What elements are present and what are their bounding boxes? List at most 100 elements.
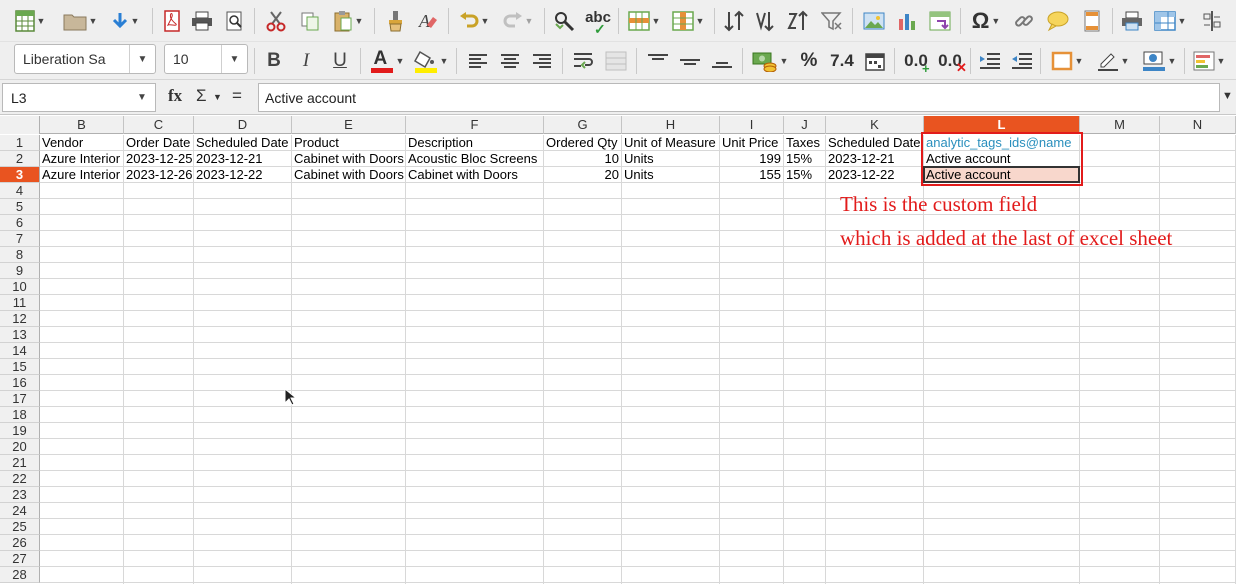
cell-j3[interactable]: 15% — [784, 167, 825, 183]
row-header-25[interactable]: 25 — [0, 519, 40, 535]
cell-j1[interactable]: Taxes — [784, 135, 825, 151]
border-color-button[interactable]: ▼ — [1138, 47, 1180, 75]
copy-button[interactable] — [296, 7, 324, 35]
align-center-button[interactable] — [496, 47, 524, 75]
row-header-12[interactable]: 12 — [0, 311, 40, 327]
find-replace-button[interactable] — [550, 7, 578, 35]
increase-indent-button[interactable] — [976, 47, 1004, 75]
percent-format-button[interactable]: % — [796, 47, 822, 75]
cell-i2[interactable]: 199 — [720, 151, 783, 167]
cell-e1[interactable]: Product — [292, 135, 405, 151]
bold-button[interactable]: B — [262, 47, 286, 75]
underline-button[interactable]: U — [326, 47, 354, 75]
column-header-g[interactable]: G — [544, 116, 622, 134]
row-header-13[interactable]: 13 — [0, 327, 40, 343]
cell-c1[interactable]: Order Date — [124, 135, 193, 151]
spreadsheet-grid[interactable]: BCDEFGHIJKLMN 1 2 3 4 5 6 7 8 9 10 11 12 13 14 15 16 17 1… — [0, 116, 1236, 584]
add-decimal-button[interactable]: 0.0 + — [900, 47, 932, 76]
select-all-corner[interactable] — [0, 116, 40, 134]
freeze-rows-columns-button[interactable]: ▼ — [1150, 7, 1190, 35]
border-style-button[interactable]: ▼ — [1092, 47, 1134, 75]
cell-g3[interactable]: 20 — [544, 167, 621, 183]
cut-button[interactable] — [262, 7, 290, 35]
hyperlink-button[interactable] — [1010, 7, 1038, 35]
row-button[interactable]: ▼ — [624, 7, 664, 35]
cell-b3[interactable]: Azure Interior — [40, 167, 123, 183]
sort-ascending-button[interactable] — [752, 7, 780, 35]
row-header-26[interactable]: 26 — [0, 535, 40, 551]
formula-input[interactable]: Active account — [258, 83, 1220, 112]
align-top-button[interactable] — [644, 47, 672, 75]
row-header-15[interactable]: 15 — [0, 359, 40, 375]
decrease-indent-button[interactable] — [1008, 47, 1036, 75]
export-pdf-button[interactable] — [158, 7, 186, 35]
italic-button[interactable]: I — [294, 47, 318, 75]
row-header-23[interactable]: 23 — [0, 487, 40, 503]
row-header-20[interactable]: 20 — [0, 439, 40, 455]
column-header-b[interactable]: B — [40, 116, 124, 134]
row-header-5[interactable]: 5 — [0, 199, 40, 215]
row-header-14[interactable]: 14 — [0, 343, 40, 359]
number-format-button[interactable]: 7.4 — [826, 47, 858, 75]
cell-h1[interactable]: Unit of Measure — [622, 135, 719, 151]
comment-button[interactable] — [1044, 7, 1072, 35]
center-vertically-button[interactable] — [676, 47, 704, 75]
cell-g1[interactable]: Ordered Qty — [544, 135, 621, 151]
cell-h2[interactable]: Units — [622, 151, 719, 167]
merge-cells-button[interactable] — [602, 47, 630, 75]
cell-d2[interactable]: 2023-12-21 — [194, 151, 291, 167]
conditional-formatting-button[interactable]: ▼ — [1188, 47, 1230, 75]
insert-chart-button[interactable] — [894, 7, 922, 35]
cell-c3[interactable]: 2023-12-26 — [124, 167, 193, 183]
print-preview-button[interactable] — [222, 7, 248, 35]
split-window-button[interactable] — [1198, 7, 1226, 35]
row-header-16[interactable]: 16 — [0, 375, 40, 391]
cell-e2[interactable]: Cabinet with Doors — [292, 151, 405, 167]
cell-f3[interactable]: Cabinet with Doors — [406, 167, 543, 183]
cell-k3[interactable]: 2023-12-22 — [826, 167, 923, 183]
name-box[interactable]: L3 ▼ — [2, 83, 156, 112]
header-footer-button[interactable] — [1078, 7, 1106, 35]
cell-i1[interactable]: Unit Price — [720, 135, 783, 151]
open-button[interactable]: ▼ — [58, 7, 102, 35]
wrap-text-button[interactable] — [570, 47, 598, 75]
cell-c2[interactable]: 2023-12-25 — [124, 151, 193, 167]
cell-b2[interactable]: Azure Interior — [40, 151, 123, 167]
align-right-button[interactable] — [528, 47, 556, 75]
clone-formatting-button[interactable] — [382, 7, 410, 35]
clear-formatting-button[interactable]: A — [414, 7, 442, 35]
sort-descending-button[interactable] — [784, 7, 812, 35]
font-size-combo[interactable]: 10 ▼ — [164, 44, 248, 74]
column-button[interactable]: ▼ — [668, 7, 708, 35]
column-header-f[interactable]: F — [406, 116, 544, 134]
row-header-27[interactable]: 27 — [0, 551, 40, 567]
column-header-c[interactable]: C — [124, 116, 194, 134]
column-header-k[interactable]: K — [826, 116, 924, 134]
cell-d1[interactable]: Scheduled Date — [194, 135, 291, 151]
cell-i3[interactable]: 155 — [720, 167, 783, 183]
cell-k1[interactable]: Scheduled Date — [826, 135, 923, 151]
column-header-n[interactable]: N — [1160, 116, 1236, 134]
row-header-21[interactable]: 21 — [0, 455, 40, 471]
redo-button[interactable]: ▼ — [498, 7, 538, 35]
insert-image-button[interactable] — [860, 7, 888, 35]
row-header-6[interactable]: 6 — [0, 215, 40, 231]
cell-f2[interactable]: Acoustic Bloc Screens — [406, 151, 543, 167]
chevron-down-icon[interactable]: ▼ — [221, 45, 247, 73]
row-header-3[interactable]: 3 — [0, 167, 40, 183]
font-name-combo[interactable]: Liberation Sa ▼ — [14, 44, 156, 74]
row-header-10[interactable]: 10 — [0, 279, 40, 295]
print-button[interactable] — [188, 7, 216, 35]
expand-formula-icon[interactable]: ▼ — [1222, 90, 1233, 102]
row-header-2[interactable]: 2 — [0, 151, 40, 167]
formula-equals-icon[interactable]: = — [232, 86, 242, 106]
column-header-m[interactable]: M — [1080, 116, 1160, 134]
row-header-19[interactable]: 19 — [0, 423, 40, 439]
cell-b1[interactable]: Vendor — [40, 135, 123, 151]
delete-decimal-button[interactable]: 0.0 ✕ — [934, 47, 967, 75]
currency-format-button[interactable]: ▼ — [748, 47, 792, 75]
align-left-button[interactable] — [464, 47, 492, 75]
print-area-button[interactable] — [1118, 7, 1146, 35]
row-header-22[interactable]: 22 — [0, 471, 40, 487]
cell-f1[interactable]: Description — [406, 135, 543, 151]
